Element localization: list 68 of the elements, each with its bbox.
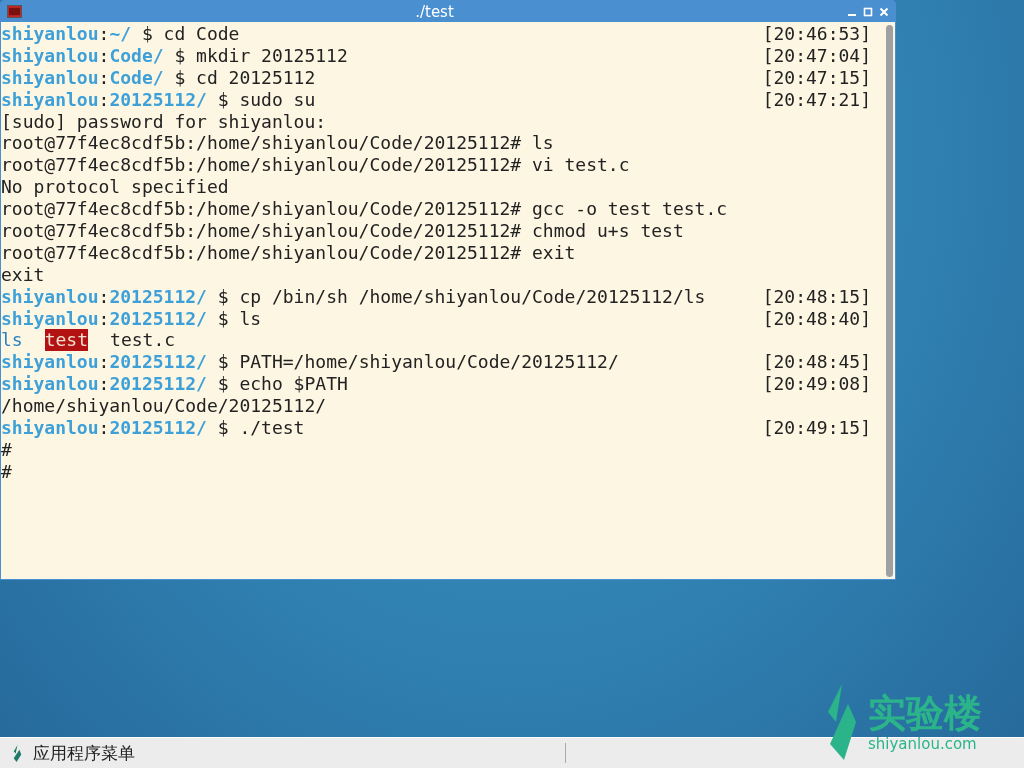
applications-menu-button[interactable]: 应用程序菜单 bbox=[0, 738, 147, 768]
scrollbar[interactable] bbox=[883, 25, 895, 577]
timestamp: [20:48:40] bbox=[762, 307, 871, 330]
prompt-directory: 20125112/ bbox=[109, 307, 207, 329]
prompt-user: shiyanlou bbox=[1, 307, 99, 329]
output-text: [sudo] password for shiyanlou: bbox=[1, 110, 327, 133]
prompt-separator: : bbox=[98, 417, 110, 439]
prompt-user: shiyanlou bbox=[1, 66, 99, 88]
timestamp: [20:48:15] bbox=[762, 285, 871, 308]
output-text: root@77f4ec8cdf5b:/home/shiyanlou/Code/20125112# gcc -o test test.c bbox=[1, 198, 728, 220]
leaf-icon bbox=[12, 744, 23, 762]
output-text: # bbox=[1, 460, 12, 483]
command-text: $ cd Code bbox=[141, 23, 240, 44]
prompt-separator: : bbox=[98, 23, 110, 44]
close-icon[interactable] bbox=[879, 6, 889, 17]
prompt-user: shiyanlou bbox=[1, 23, 99, 44]
timestamp: [20:47:04] bbox=[762, 44, 871, 67]
maximize-icon[interactable] bbox=[863, 6, 873, 17]
timestamp: [20:46:53] bbox=[762, 23, 871, 45]
prompt-directory: 20125112/ bbox=[109, 351, 207, 373]
file-name: test.c bbox=[110, 329, 176, 352]
logo-website: shiyanlou.com bbox=[868, 735, 978, 753]
prompt-user: shiyanlou bbox=[1, 417, 99, 439]
timestamp: [20:49:15] bbox=[762, 417, 871, 439]
prompt-separator: : bbox=[98, 373, 110, 395]
window-title: ./test bbox=[414, 2, 455, 21]
output-text: No protocol specified bbox=[1, 176, 229, 199]
output-text: root@77f4ec8cdf5b:/home/shiyanlou/Code/20125112# vi test.c bbox=[1, 154, 630, 177]
logo-name: 实验楼 bbox=[868, 691, 982, 735]
command-text: $ PATH=/home/shiyanlou/Code/20125112/ bbox=[217, 351, 619, 373]
command-text: $ cp /bin/sh /home/shiyanlou/Code/20125112/ls bbox=[217, 285, 706, 307]
prompt-directory: 20125112/ bbox=[109, 373, 207, 395]
prompt-separator: : bbox=[98, 285, 110, 307]
prompt-separator: : bbox=[98, 351, 110, 373]
output-text: exit bbox=[1, 263, 45, 286]
timestamp: [20:48:45] bbox=[762, 351, 871, 374]
output-text: /home/shiyanlou/Code/20125112/ bbox=[1, 395, 327, 418]
prompt-directory: ~/ bbox=[109, 23, 132, 44]
prompt-separator: : bbox=[98, 88, 110, 110]
prompt-separator: : bbox=[98, 44, 110, 66]
terminal-icon bbox=[7, 5, 22, 18]
prompt-user: shiyanlou bbox=[1, 44, 99, 66]
output-text: root@77f4ec8cdf5b:/home/shiyanlou/Code/20125112# exit bbox=[1, 241, 576, 264]
prompt-separator: : bbox=[98, 66, 110, 88]
output-text: root@77f4ec8cdf5b:/home/shiyanlou/Code/20125112# ls bbox=[1, 132, 554, 155]
timestamp: [20:49:08] bbox=[762, 373, 871, 396]
command-text: $ ./test bbox=[217, 417, 305, 439]
prompt-directory: Code/ bbox=[109, 44, 164, 66]
command-text: $ ls bbox=[217, 307, 262, 329]
command-text: $ echo $PATH bbox=[217, 373, 348, 395]
prompt-user: shiyanlou bbox=[1, 351, 99, 373]
prompt-directory: Code/ bbox=[109, 66, 164, 88]
prompt-user: shiyanlou bbox=[1, 285, 99, 307]
prompt-directory: 20125112/ bbox=[109, 88, 207, 110]
prompt-directory: 20125112/ bbox=[109, 285, 207, 307]
command-text: $ cd 20125112 bbox=[174, 66, 316, 88]
file-name: ls bbox=[1, 329, 23, 352]
file-name: test bbox=[44, 329, 89, 352]
prompt-separator: : bbox=[98, 307, 110, 329]
command-text: $ sudo su bbox=[217, 88, 316, 110]
prompt-user: shiyanlou bbox=[1, 373, 99, 395]
output-text: root@77f4ec8cdf5b:/home/shiyanlou/Code/20125112# chmod u+s test bbox=[1, 220, 684, 242]
timestamp: [20:47:21] bbox=[762, 88, 871, 111]
timestamp: [20:47:15] bbox=[762, 66, 871, 89]
command-text: $ mkdir 20125112 bbox=[174, 44, 348, 66]
prompt-directory: 20125112/ bbox=[109, 417, 207, 439]
output-text: # bbox=[1, 438, 12, 461]
prompt-user: shiyanlou bbox=[1, 88, 99, 110]
